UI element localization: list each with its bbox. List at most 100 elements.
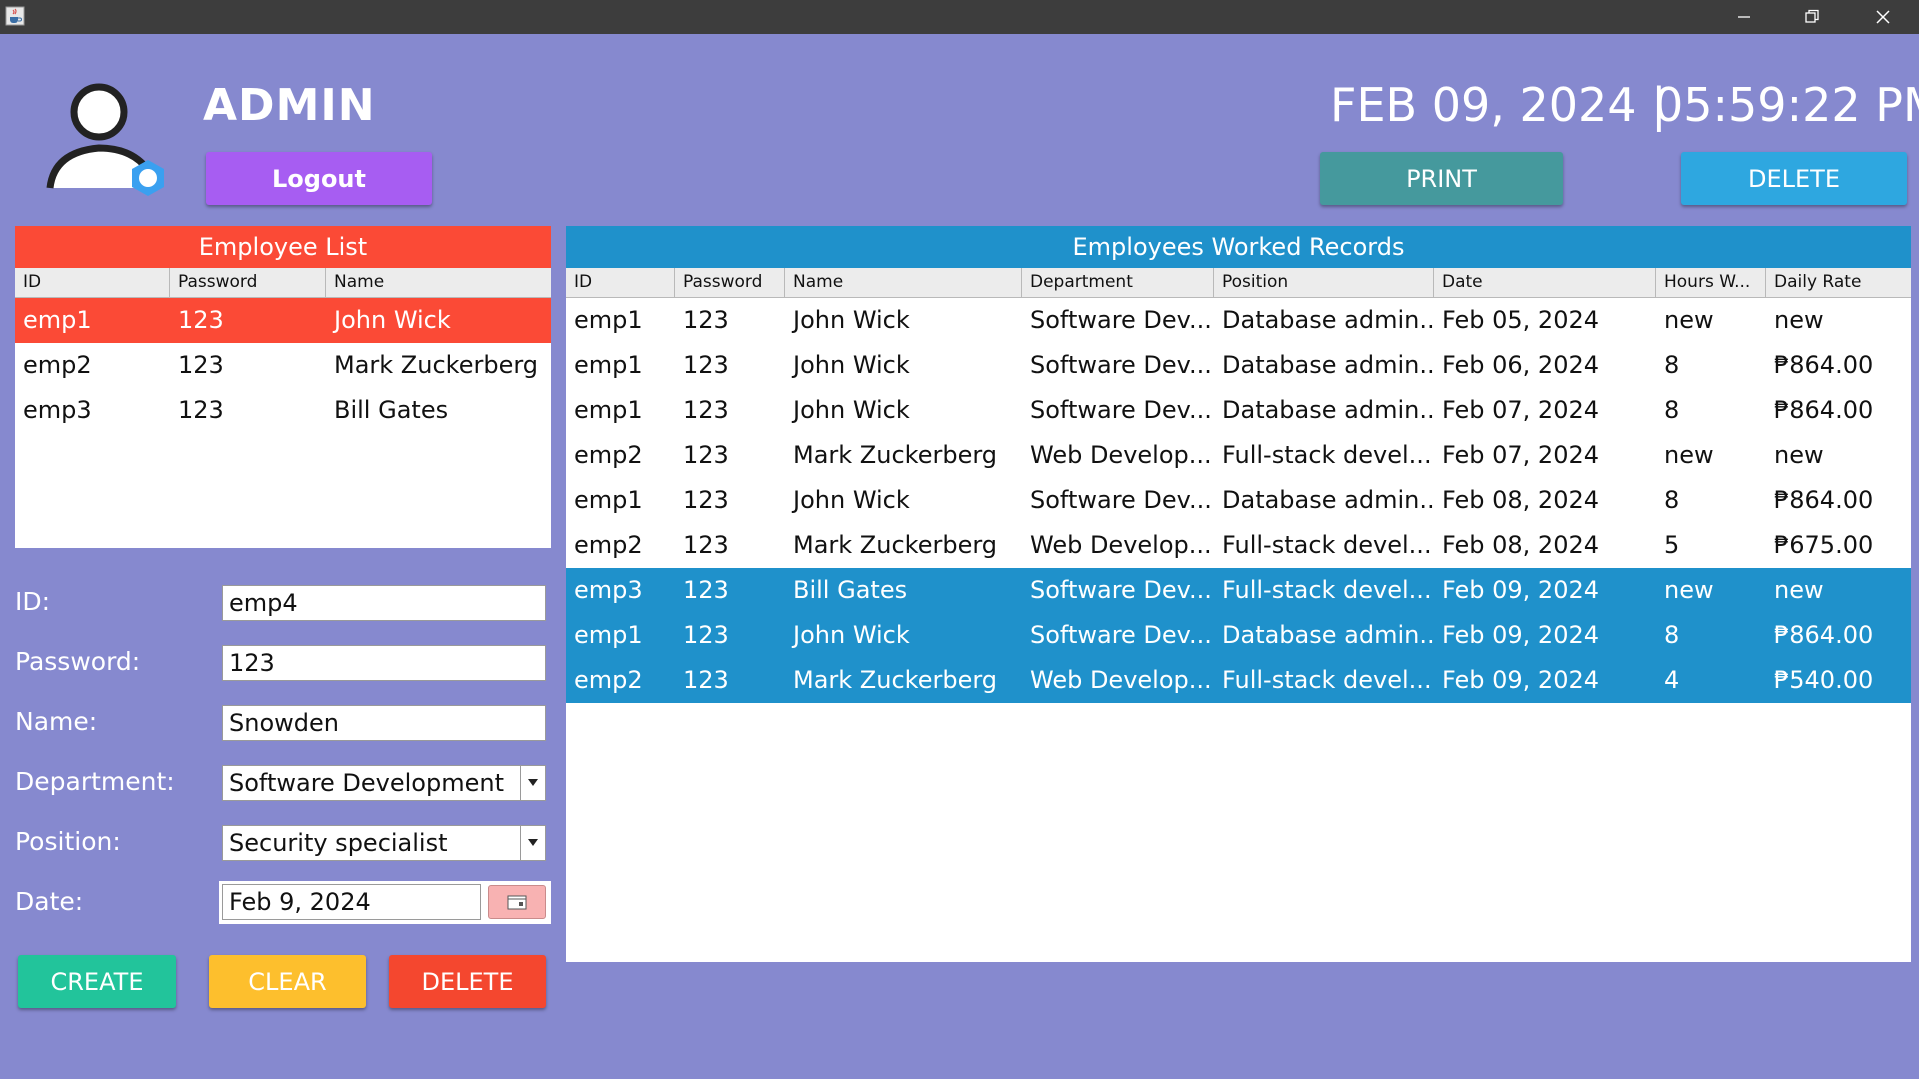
column-header-hours[interactable]: Hours W... [1656, 268, 1766, 297]
cell-id: emp1 [574, 486, 643, 514]
employee-list-header: ID Password Name [15, 268, 551, 298]
cell-password: 123 [683, 396, 729, 424]
calendar-button[interactable] [488, 885, 546, 919]
cell-daily-rate: ₱675.00 [1774, 531, 1874, 559]
cell-department: Software Dev... [1030, 621, 1212, 649]
cell-date: Feb 08, 2024 [1442, 486, 1599, 514]
admin-user-gear-icon [44, 78, 176, 208]
records-header: ID Password Name Department Position Dat… [566, 268, 1911, 298]
table-row[interactable]: emp2 123 Mark Zuckerberg Web Develop... Full… [566, 523, 1911, 568]
cell-hours: 8 [1664, 351, 1680, 379]
java-cup-icon [5, 6, 25, 26]
cell-id: emp2 [23, 351, 92, 379]
department-select[interactable]: Software Development [222, 765, 546, 801]
column-header-password[interactable]: Password [170, 268, 326, 297]
cell-id: emp1 [574, 396, 643, 424]
create-button[interactable]: CREATE [18, 955, 176, 1008]
clear-button[interactable]: CLEAR [209, 955, 366, 1008]
name-input[interactable]: Snowden [222, 705, 546, 741]
cell-position: Database admin... [1222, 486, 1434, 514]
cell-password: 123 [178, 306, 224, 334]
close-button[interactable] [1853, 0, 1913, 34]
cell-department: Web Develop... [1030, 666, 1212, 694]
cell-password: 123 [683, 306, 729, 334]
cell-password: 123 [683, 666, 729, 694]
employee-list-title: Employee List [15, 226, 551, 268]
logout-button[interactable]: Logout [206, 152, 432, 205]
cell-daily-rate: new [1774, 576, 1824, 604]
delete-employee-button[interactable]: DELETE [389, 955, 546, 1008]
column-header-id[interactable]: ID [15, 268, 170, 297]
cell-id: emp1 [574, 306, 643, 334]
table-row[interactable]: emp1 123 John Wick Software Dev... Database … [566, 478, 1911, 523]
cell-date: Feb 09, 2024 [1442, 621, 1599, 649]
cell-password: 123 [683, 486, 729, 514]
cell-position: Full-stack devel... [1222, 441, 1432, 469]
cell-department: Web Develop... [1030, 531, 1212, 559]
cell-position: Full-stack devel... [1222, 531, 1432, 559]
delete-record-button[interactable]: DELETE [1681, 152, 1907, 205]
cell-name: John Wick [793, 306, 910, 334]
password-input[interactable]: 123 [222, 645, 546, 681]
records-title: Employees Worked Records [566, 226, 1911, 268]
position-select[interactable]: Security specialist [222, 825, 546, 861]
table-row[interactable]: emp1 123 John Wick Software Dev... Database … [566, 343, 1911, 388]
cell-position: Database admin... [1222, 351, 1434, 379]
column-header-daily-rate[interactable]: Daily Rate [1766, 268, 1911, 297]
id-input[interactable]: emp4 [222, 585, 546, 621]
date-input[interactable]: Feb 9, 2024 [222, 884, 481, 920]
table-row[interactable]: emp2 123 Mark Zuckerberg [15, 343, 551, 388]
print-button[interactable]: PRINT [1320, 152, 1563, 205]
chevron-down-icon[interactable] [520, 826, 545, 860]
column-header-name[interactable]: Name [785, 268, 1022, 297]
cell-hours: 4 [1664, 666, 1680, 694]
column-header-name[interactable]: Name [326, 268, 551, 297]
table-row[interactable]: emp2 123 Mark Zuckerberg Web Develop... Full… [566, 433, 1911, 478]
cell-daily-rate: ₱540.00 [1774, 666, 1874, 694]
restore-button[interactable] [1782, 0, 1842, 34]
current-date-display: FEB 09, 2024 | [1330, 78, 1667, 132]
minimize-button[interactable] [1714, 0, 1774, 34]
table-row[interactable]: emp3 123 Bill Gates Software Dev... Full-sta… [566, 568, 1911, 613]
employee-list-table[interactable]: ID Password Name emp1 123 John Wick emp2 123… [15, 268, 551, 548]
records-table[interactable]: ID Password Name Department Position Dat… [566, 268, 1911, 962]
department-label: Department: [15, 767, 175, 796]
cell-date: Feb 08, 2024 [1442, 531, 1599, 559]
window-title-bar [0, 0, 1919, 34]
table-row[interactable]: emp3 123 Bill Gates [15, 388, 551, 433]
table-row[interactable]: emp1 123 John Wick Software Dev... Database … [566, 388, 1911, 433]
calendar-icon [507, 895, 527, 910]
cell-name: John Wick [793, 351, 910, 379]
cell-department: Software Dev... [1030, 396, 1212, 424]
cell-date: Feb 07, 2024 [1442, 396, 1599, 424]
cell-hours: 5 [1664, 531, 1680, 559]
cell-id: emp1 [574, 621, 643, 649]
cell-daily-rate: ₱864.00 [1774, 396, 1874, 424]
chevron-down-icon[interactable] [520, 766, 545, 800]
cell-password: 123 [683, 351, 729, 379]
column-header-department[interactable]: Department [1022, 268, 1214, 297]
cell-name: John Wick [793, 486, 910, 514]
cell-hours: 8 [1664, 396, 1680, 424]
column-header-position[interactable]: Position [1214, 268, 1434, 297]
table-row[interactable]: emp2 123 Mark Zuckerberg Web Develop... Full… [566, 658, 1911, 703]
table-row[interactable]: emp1 123 John Wick Software Dev... Database … [566, 298, 1911, 343]
cell-date: Feb 06, 2024 [1442, 351, 1599, 379]
cell-date: Feb 09, 2024 [1442, 576, 1599, 604]
cell-password: 123 [683, 441, 729, 469]
column-header-date[interactable]: Date [1434, 268, 1656, 297]
name-label: Name: [15, 707, 98, 736]
column-header-password[interactable]: Password [675, 268, 785, 297]
cell-department: Software Dev... [1030, 576, 1212, 604]
records-body: emp1 123 John Wick Software Dev... Database … [566, 298, 1911, 703]
employee-list-body: emp1 123 John Wick emp2 123 Mark Zuckerberg em… [15, 298, 551, 433]
column-header-id[interactable]: ID [566, 268, 675, 297]
admin-title: ADMIN [203, 80, 376, 131]
cell-department: Software Dev... [1030, 351, 1212, 379]
cell-hours: 8 [1664, 621, 1680, 649]
table-row[interactable]: emp1 123 John Wick Software Dev... Database … [566, 613, 1911, 658]
id-label: ID: [15, 587, 51, 616]
table-row[interactable]: emp1 123 John Wick [15, 298, 551, 343]
cell-name: Mark Zuckerberg [793, 531, 998, 559]
cell-position: Database admin... [1222, 306, 1434, 334]
